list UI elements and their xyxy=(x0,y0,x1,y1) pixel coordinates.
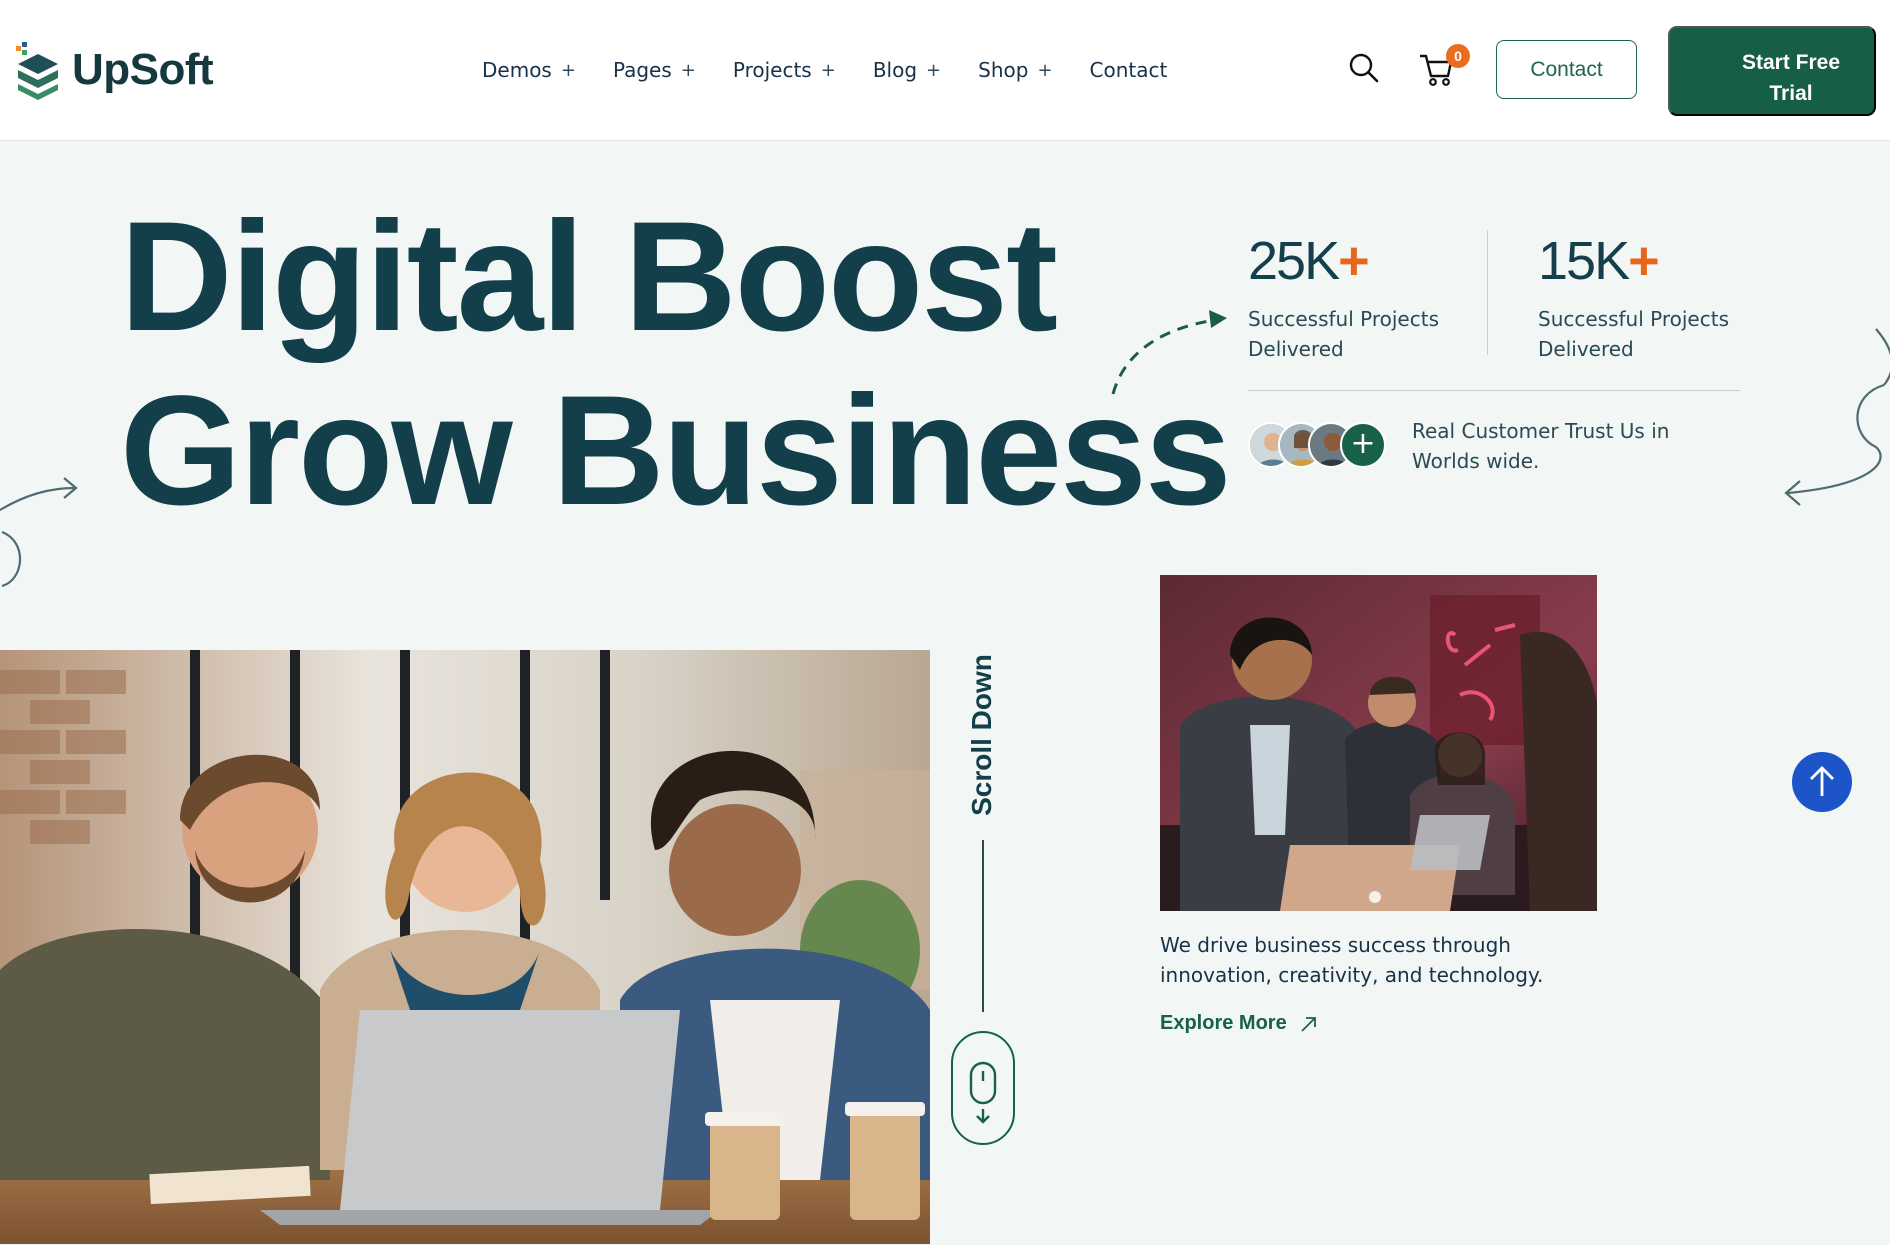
nav-label: Projects xyxy=(732,58,812,82)
nav-item-contact[interactable]: Contact xyxy=(1090,58,1168,82)
team-photo-illustration xyxy=(0,650,930,1244)
arrow-up-right-icon xyxy=(1301,1016,1316,1032)
curl-arrow-left-icon xyxy=(0,477,78,588)
cart-button[interactable]: 0 xyxy=(1418,44,1470,88)
stat-number: 25K+ xyxy=(1248,232,1448,290)
trust-text: Real Customer Trust Us in Worlds wide. xyxy=(1412,419,1670,473)
plus-icon: + xyxy=(560,59,576,81)
nav-item-demos[interactable]: Demos + xyxy=(482,58,576,82)
stat-value: 25K xyxy=(1248,231,1340,291)
dashed-arrow-icon xyxy=(1111,310,1227,395)
nav-item-blog[interactable]: Blog + xyxy=(873,58,941,82)
trial-label-line1: Start Free xyxy=(1741,50,1841,74)
scroll-line xyxy=(982,840,984,1012)
back-to-top-button[interactable] xyxy=(1792,752,1852,812)
arrow-up-icon xyxy=(1810,766,1834,796)
brand-logo[interactable]: UpSoft xyxy=(14,40,214,100)
plus-icon: + xyxy=(680,59,696,81)
nav-label: Contact xyxy=(1089,58,1168,82)
scroll-down-button[interactable] xyxy=(951,1031,1015,1145)
customer-avatars: + xyxy=(1248,422,1386,470)
scroll-down-label: Scroll Down xyxy=(962,650,1002,820)
site-header: UpSoft Demos + Pages + Projects + Blog +… xyxy=(0,0,1890,141)
start-free-trial-button[interactable]: Start Free Trial xyxy=(1668,26,1876,116)
hero-team-photo xyxy=(0,650,930,1244)
nav-label: Pages xyxy=(612,58,672,82)
curl-arrow-right-icon xyxy=(1784,328,1890,506)
mouse-scroll-icon xyxy=(969,1061,997,1124)
nav-label: Demos xyxy=(482,58,552,82)
meeting-photo xyxy=(1160,575,1597,911)
stat-value: 15K xyxy=(1538,231,1630,291)
stat-label: Successful Projects Delivered xyxy=(1538,307,1729,361)
brand-name: UpSoft xyxy=(72,45,214,94)
feature-description: We drive business success through innova… xyxy=(1160,933,1544,987)
meeting-photo-illustration xyxy=(1160,575,1597,911)
nav-item-shop[interactable]: Shop + xyxy=(978,58,1052,82)
stat-label: Successful Projects Delivered xyxy=(1248,307,1439,361)
search-icon xyxy=(1349,53,1379,83)
nav-item-projects[interactable]: Projects + xyxy=(733,58,836,82)
plus-icon: + xyxy=(926,59,942,81)
hero-title-line1: Digital Boost xyxy=(120,190,1058,364)
nav-label: Shop xyxy=(978,58,1029,82)
scroll-down-text: Scroll Down xyxy=(966,654,997,816)
add-customer-button[interactable]: + xyxy=(1340,422,1386,468)
main-nav: Demos + Pages + Projects + Blog + Shop +… xyxy=(482,58,1167,82)
contact-button[interactable]: Contact xyxy=(1496,40,1637,99)
stat-divider xyxy=(1487,230,1488,355)
search-button[interactable] xyxy=(1348,52,1380,84)
stat-projects-1: 25K+ Successful Projects Delivered xyxy=(1248,232,1448,364)
hero-title: Digital Boost Grow Business xyxy=(120,190,1232,538)
stat-projects-2: 15K+ Successful Projects Delivered xyxy=(1538,232,1738,364)
stat-number: 15K+ xyxy=(1538,232,1738,290)
nav-item-pages[interactable]: Pages + xyxy=(613,58,696,82)
logo-mark-icon xyxy=(16,42,58,100)
explore-more-link[interactable]: Explore More xyxy=(1160,1012,1319,1035)
explore-more-label: Explore More xyxy=(1160,1012,1287,1034)
cart-count-badge: 0 xyxy=(1446,44,1470,68)
trial-label-line2: Trial xyxy=(1769,81,1813,105)
nav-label: Blog xyxy=(872,58,918,82)
plus-icon: + xyxy=(820,59,836,81)
stat-suffix: + xyxy=(1338,231,1370,291)
hero-title-line2: Grow Business xyxy=(120,364,1232,538)
stat-suffix: + xyxy=(1628,231,1660,291)
stats-divider-line xyxy=(1248,390,1740,391)
plus-icon: + xyxy=(1037,59,1053,81)
